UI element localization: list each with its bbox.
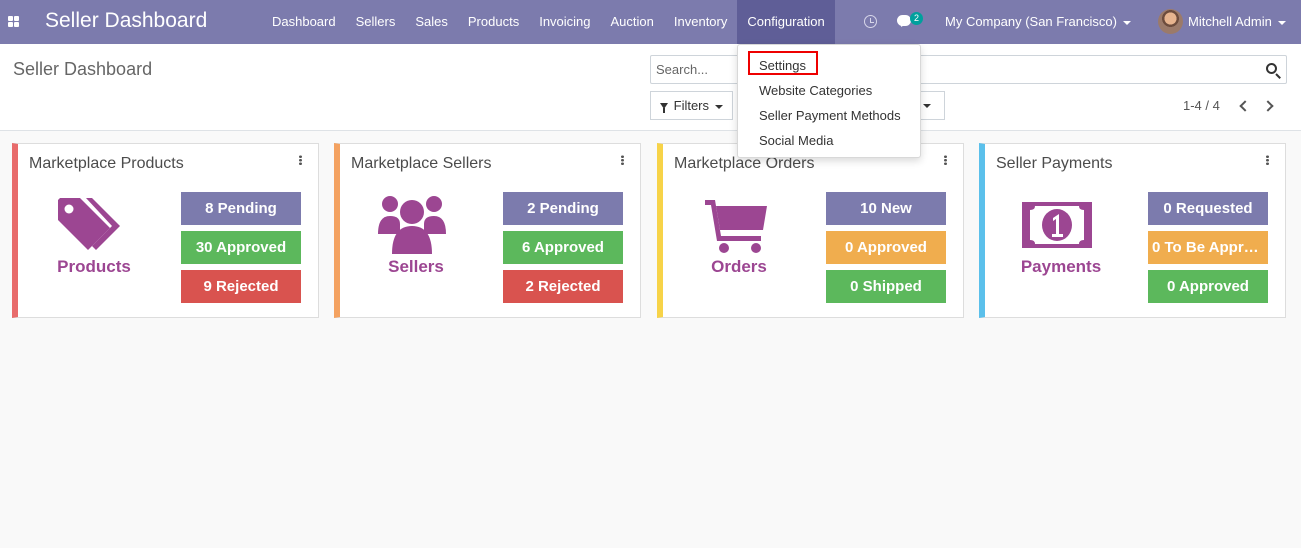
tags-icon[interactable]	[54, 194, 126, 254]
search-icon[interactable]	[1266, 63, 1277, 74]
approved-stat-button[interactable]: 30 Approved	[181, 231, 301, 264]
approved-stat-button[interactable]: 0 Approved	[1148, 270, 1268, 303]
dropdown-item-social-media[interactable]: Social Media	[759, 133, 833, 148]
apps-menu-icon[interactable]	[8, 16, 19, 27]
seller-payments-card: Seller Payments Payments 0 Requested 0 T…	[979, 143, 1286, 318]
chat-icon[interactable]	[897, 15, 911, 26]
pager-next-icon[interactable]	[1264, 100, 1274, 112]
pending-stat-button[interactable]: 2 Pending	[503, 192, 623, 225]
configuration-dropdown: Settings Website Categories Seller Payme…	[737, 44, 921, 158]
page-title: Seller Dashboard	[13, 59, 153, 79]
pager-value[interactable]: 1-4 / 4	[1183, 98, 1220, 113]
new-stat-button[interactable]: 10 New	[826, 192, 946, 225]
card-title: Marketplace Sellers	[351, 155, 492, 172]
chat-count-badge: 2	[910, 12, 923, 25]
menu-item-sellers[interactable]: Sellers	[346, 0, 406, 44]
user-avatar[interactable]	[1158, 9, 1183, 34]
caret-down-icon	[1277, 20, 1286, 25]
activity-clock-icon[interactable]	[864, 15, 877, 28]
approved-stat-button[interactable]: 6 Approved	[503, 231, 623, 264]
pager-previous-icon[interactable]	[1238, 100, 1248, 112]
menu-item-dashboard[interactable]: Dashboard	[262, 0, 346, 44]
caret-down-icon	[1122, 20, 1131, 25]
top-navbar: Seller Dashboard Dashboard Sellers Sales…	[0, 0, 1301, 44]
menu-item-sales[interactable]: Sales	[405, 0, 458, 44]
rejected-stat-button[interactable]: 9 Rejected	[181, 270, 301, 303]
approved-stat-button[interactable]: 0 Approved	[826, 231, 946, 264]
marketplace-orders-card: Marketplace Orders Orders 10 New 0 Appro…	[657, 143, 964, 318]
card-title: Marketplace Products	[29, 155, 184, 172]
card-title: Seller Payments	[996, 155, 1113, 172]
card-menu-icon[interactable]	[1266, 155, 1269, 165]
sellers-label[interactable]: Sellers	[344, 257, 488, 277]
dropdown-item-website-categories[interactable]: Website Categories	[759, 83, 872, 98]
user-name: Mitchell Admin	[1188, 14, 1272, 29]
caret-down-icon	[923, 104, 931, 108]
marketplace-sellers-card: Marketplace Sellers Sellers 2 Pending 6 …	[334, 143, 641, 318]
payments-label[interactable]: Payments	[989, 257, 1133, 277]
requested-stat-button[interactable]: 0 Requested	[1148, 192, 1268, 225]
marketplace-products-card: Marketplace Products Products 8 Pending …	[12, 143, 319, 318]
app-brand[interactable]: Seller Dashboard	[45, 9, 207, 33]
shopping-cart-icon[interactable]	[699, 194, 771, 254]
card-menu-icon[interactable]	[621, 155, 624, 165]
filters-label: Filters	[673, 98, 710, 113]
company-name: My Company (San Francisco)	[945, 14, 1117, 29]
users-icon[interactable]	[376, 194, 448, 254]
user-menu[interactable]: Mitchell Admin	[1188, 0, 1286, 44]
money-bill-icon[interactable]	[1021, 194, 1093, 254]
orders-label[interactable]: Orders	[667, 257, 811, 277]
caret-down-icon	[715, 104, 724, 109]
to-be-approved-stat-button[interactable]: 0 To Be Approved	[1148, 231, 1268, 264]
rejected-stat-button[interactable]: 2 Rejected	[503, 270, 623, 303]
dropdown-item-seller-payment-methods[interactable]: Seller Payment Methods	[759, 108, 901, 123]
shipped-stat-button[interactable]: 0 Shipped	[826, 270, 946, 303]
menu-item-configuration[interactable]: Configuration	[737, 0, 835, 44]
filters-button[interactable]: Filters	[650, 91, 733, 120]
pending-stat-button[interactable]: 8 Pending	[181, 192, 301, 225]
menu-item-invoicing[interactable]: Invoicing	[529, 0, 600, 44]
company-switcher[interactable]: My Company (San Francisco)	[945, 0, 1131, 44]
control-panel: Seller Dashboard Filters 1-4 / 4	[0, 44, 1301, 131]
card-menu-icon[interactable]	[299, 155, 302, 165]
filter-funnel-icon	[660, 102, 668, 113]
menu-item-auction[interactable]: Auction	[601, 0, 664, 44]
menu-item-inventory[interactable]: Inventory	[664, 0, 737, 44]
menu-item-products[interactable]: Products	[458, 0, 529, 44]
card-menu-icon[interactable]	[944, 155, 947, 165]
products-label[interactable]: Products	[22, 257, 166, 277]
main-menu: Dashboard Sellers Sales Products Invoici…	[262, 0, 835, 44]
dropdown-item-settings[interactable]: Settings	[759, 58, 806, 73]
favorites-button[interactable]	[918, 91, 945, 120]
